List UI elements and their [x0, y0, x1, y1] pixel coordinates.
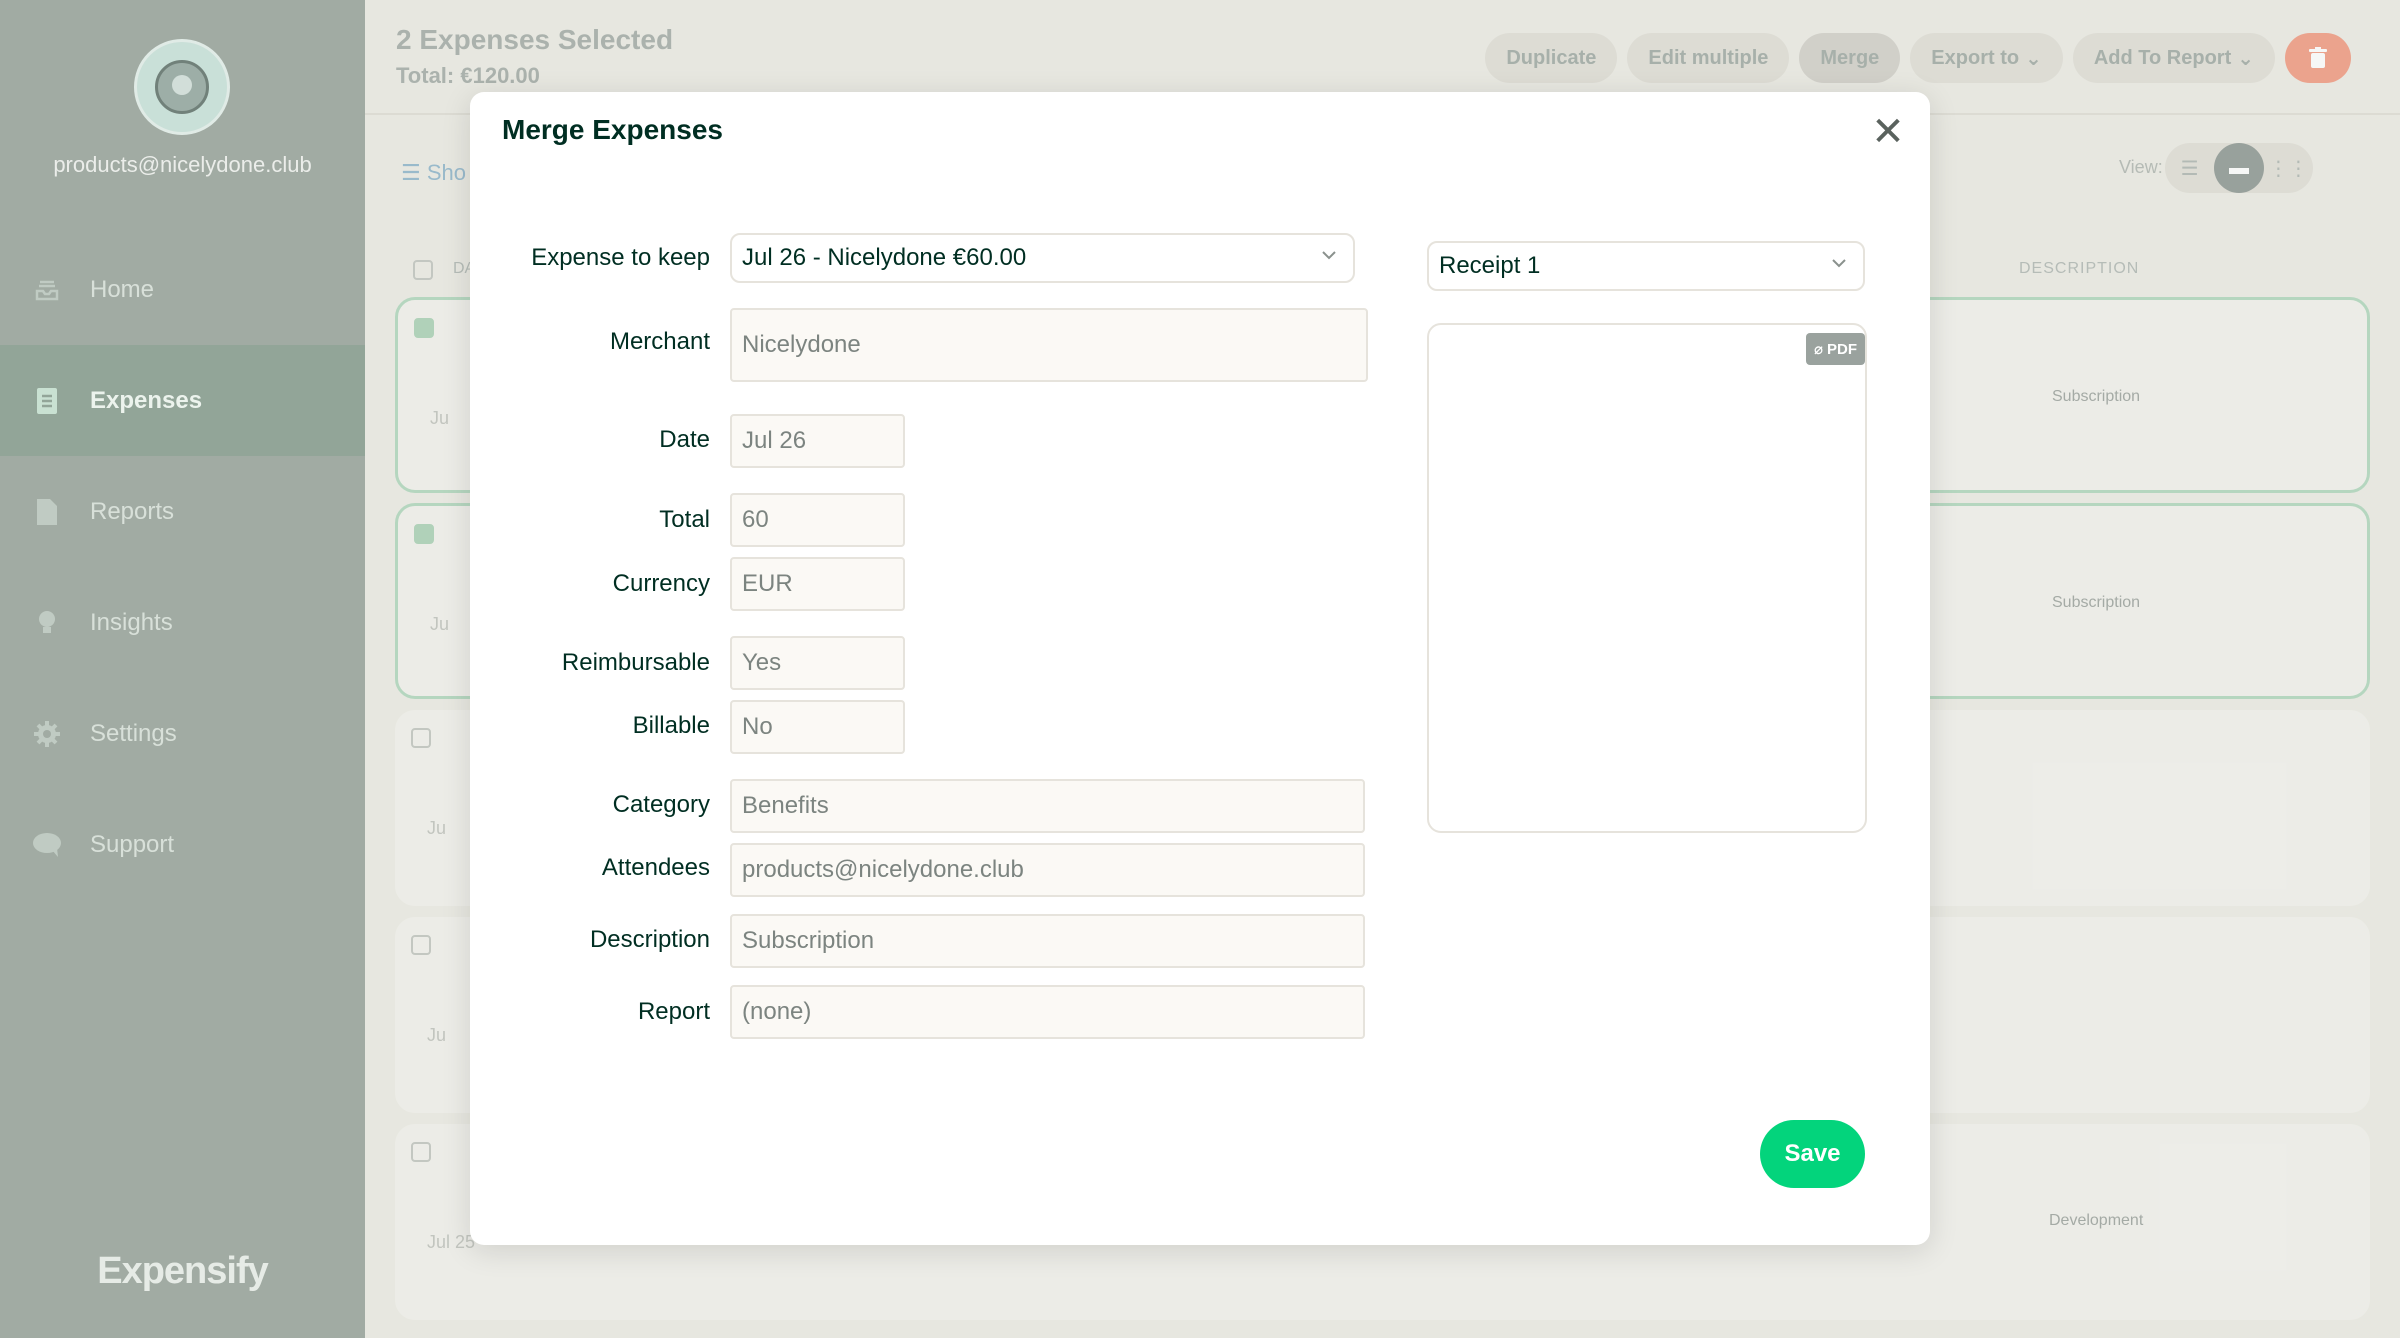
chevron-down-icon: [1829, 253, 1849, 273]
merge-expenses-modal: Merge Expenses ✕ Expense to keep Jul 26 …: [470, 92, 1930, 1245]
reimbursable-label: Reimbursable: [561, 649, 710, 676]
pdf-badge-label: PDF: [1827, 340, 1857, 358]
currency-field[interactable]: EUR: [730, 557, 905, 611]
receipt-select-value: Receipt 1: [1439, 252, 1541, 279]
date-field[interactable]: Jul 26: [730, 414, 905, 468]
category-field[interactable]: Benefits: [730, 779, 1365, 833]
pdf-badge: ⌀ PDF: [1805, 333, 1865, 365]
report-label: Report: [637, 998, 710, 1025]
reimbursable-field[interactable]: Yes: [730, 636, 905, 690]
date-label: Date: [659, 426, 710, 453]
receipt-preview[interactable]: ⌀ PDF: [1427, 323, 1867, 833]
modal-title: Merge Expenses: [502, 114, 723, 145]
close-icon[interactable]: ✕: [1868, 112, 1908, 152]
save-button[interactable]: Save: [1760, 1120, 1865, 1188]
description-field[interactable]: Subscription: [730, 914, 1365, 968]
expense-to-keep-label: Expense to keep: [531, 244, 710, 271]
description-label: Description: [589, 926, 710, 953]
chevron-down-icon: [1319, 245, 1339, 265]
paperclip-icon: ⌀: [1813, 341, 1823, 358]
total-label: Total: [659, 506, 710, 533]
attendees-field[interactable]: products@nicelydone.club: [730, 843, 1365, 897]
expense-to-keep-value: Jul 26 - Nicelydone €60.00: [742, 244, 1027, 271]
billable-field[interactable]: No: [730, 700, 905, 754]
receipt-select[interactable]: Receipt 1: [1427, 241, 1865, 291]
merchant-label: Merchant: [609, 328, 710, 355]
total-field[interactable]: 60: [730, 493, 905, 547]
report-field[interactable]: (none): [730, 985, 1365, 1039]
category-label: Category: [612, 791, 710, 818]
attendees-label: Attendees: [601, 854, 710, 881]
merchant-field[interactable]: Nicelydone: [730, 308, 1368, 382]
billable-label: Billable: [632, 712, 710, 739]
currency-label: Currency: [612, 570, 710, 597]
expense-to-keep-select[interactable]: Jul 26 - Nicelydone €60.00: [730, 233, 1355, 283]
